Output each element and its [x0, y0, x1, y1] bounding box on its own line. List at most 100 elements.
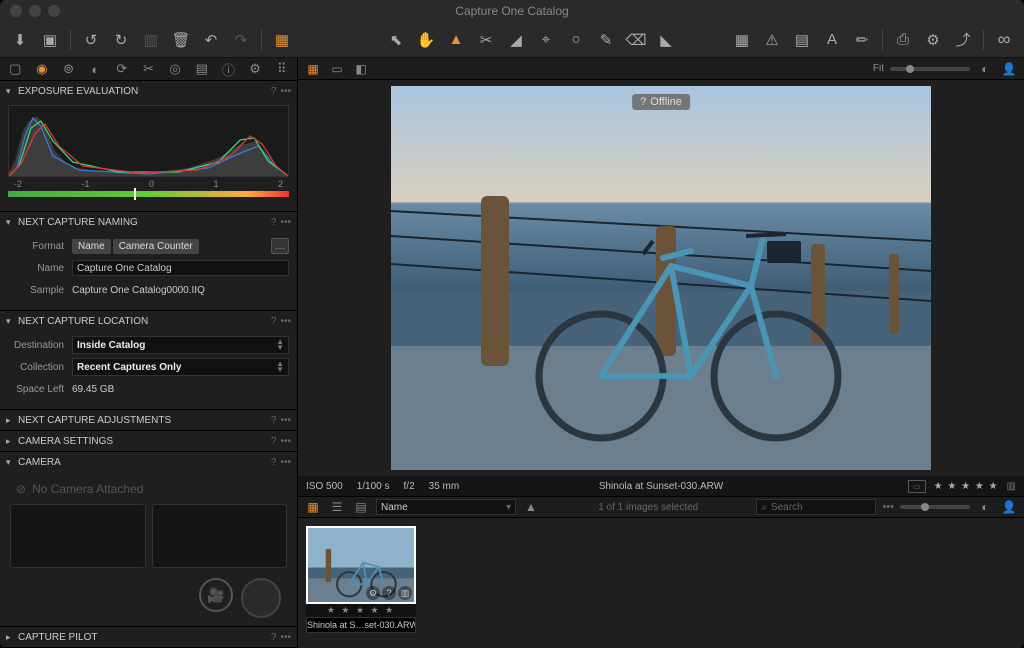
export-icon[interactable]: ⤴ [953, 30, 973, 50]
metadata-tab-icon[interactable]: ⓘ [221, 61, 236, 77]
window-zoom-icon[interactable] [48, 5, 60, 17]
exposure-tab-icon[interactable]: ⟳ [115, 61, 130, 77]
lens-tab-icon[interactable]: ⊚ [61, 61, 76, 77]
output-tab-icon[interactable]: ⚙ [248, 61, 263, 77]
capture-shutter-button[interactable] [241, 578, 281, 618]
thumb-variant-icon[interactable]: ▥ [398, 586, 412, 600]
browser-exposure-icon[interactable]: ◐ [976, 499, 994, 515]
more-icon[interactable]: ••• [280, 436, 291, 447]
help-icon[interactable]: ? [271, 86, 277, 97]
browser-list-icon[interactable]: ☰ [328, 499, 346, 515]
sort-direction-icon[interactable]: ▲ [522, 499, 540, 515]
thumbnail[interactable]: ⚙ ? ▥ ★ ★ ★ ★ ★ Shinola at S…set-030.ARW [306, 526, 416, 640]
hand-tool-icon[interactable]: ✋ [416, 30, 436, 50]
redo-icon[interactable]: ↻ [111, 30, 131, 50]
focus-mask-icon[interactable]: ✏ [852, 30, 872, 50]
straighten-tool-icon[interactable]: ◢ [506, 30, 526, 50]
grid-icon[interactable]: ▦ [732, 30, 752, 50]
format-tokens[interactable]: Name Camera Counter … [72, 238, 289, 254]
thumbnail-image[interactable]: ⚙ ? ▥ [306, 526, 416, 604]
crop-tool-icon[interactable]: ✂ [476, 30, 496, 50]
capture-icon[interactable]: ▣ [40, 30, 60, 50]
view-split-icon[interactable]: ◧ [352, 61, 370, 77]
import-icon[interactable]: ⬇ [10, 30, 30, 50]
eraser-tool-icon[interactable]: ⌫ [626, 30, 646, 50]
browser-grid-icon[interactable]: ▦ [304, 499, 322, 515]
gradient-tool-icon[interactable]: ◣ [656, 30, 676, 50]
exposure-evaluation-header[interactable]: ▾ EXPOSURE EVALUATION ? ••• [0, 81, 297, 101]
help-icon[interactable]: ? [271, 415, 277, 426]
browser-filmstrip-icon[interactable]: ▤ [352, 499, 370, 515]
warning-icon[interactable]: ⚠ [762, 30, 782, 50]
camera-settings-header[interactable]: ▸ CAMERA SETTINGS ? ••• [0, 431, 297, 451]
image-viewer[interactable]: ? Offline [298, 80, 1024, 476]
variant-icon[interactable]: ▥ [1007, 481, 1016, 492]
guides-icon[interactable]: ▤ [792, 30, 812, 50]
window-minimize-icon[interactable] [29, 5, 41, 17]
help-icon[interactable]: ? [271, 316, 277, 327]
library-tab-icon[interactable]: ▢ [8, 61, 23, 77]
view-grid-icon[interactable]: ▦ [304, 61, 322, 77]
undo-icon[interactable]: ↺ [81, 30, 101, 50]
camera-header[interactable]: ▾ CAMERA ? ••• [0, 452, 297, 472]
more-icon[interactable]: ••• [280, 86, 291, 97]
print-icon[interactable]: ⎙ [893, 30, 913, 50]
more-icon[interactable]: ••• [280, 632, 291, 643]
zoom-slider[interactable] [890, 67, 970, 71]
reset-adjustments-icon[interactable]: ↶ [201, 30, 221, 50]
wb-picker-icon[interactable]: ▲ [446, 30, 466, 50]
rating-stars[interactable]: ★ ★ ★ ★ ★ [934, 481, 999, 492]
browser-profile-icon[interactable]: 👤 [1000, 499, 1018, 515]
destination-select[interactable]: Inside Catalog▲▼ [72, 336, 289, 354]
view-single-icon[interactable]: ▭ [328, 61, 346, 77]
batch-tab-icon[interactable]: ⠿ [274, 61, 289, 77]
help-icon[interactable]: ? [271, 436, 277, 447]
profile-icon[interactable]: 👤 [1000, 61, 1018, 77]
thumbnail-size-slider[interactable] [900, 505, 970, 509]
movie-record-button[interactable]: 🎥 [199, 578, 233, 612]
more-icon[interactable]: ••• [280, 217, 291, 228]
exposure-warning-icon[interactable]: ◐ [976, 61, 994, 77]
adjustments-header[interactable]: ▸ NEXT CAPTURE ADJUSTMENTS ? ••• [0, 410, 297, 430]
window-close-icon[interactable] [10, 5, 22, 17]
token-camera-counter[interactable]: Camera Counter [113, 239, 199, 254]
color-tab-icon[interactable]: ◐ [88, 61, 103, 77]
cursor-tool-icon[interactable]: ⬉ [386, 30, 406, 50]
spot-tool-icon[interactable]: ○ [566, 30, 586, 50]
crop-tab-icon[interactable]: ✂ [141, 61, 156, 77]
annotate-icon[interactable]: A [822, 30, 842, 50]
name-input[interactable] [72, 260, 289, 276]
capture-tab-icon[interactable]: ◉ [35, 61, 50, 77]
reset-all-icon[interactable]: ↷ [231, 30, 251, 50]
filter-more-icon[interactable]: ••• [882, 501, 894, 513]
location-header[interactable]: ▾ NEXT CAPTURE LOCATION ? ••• [0, 311, 297, 331]
capture-pilot-header[interactable]: ▸ CAPTURE PILOT ? ••• [0, 627, 297, 647]
thumbnail-rating[interactable]: ★ ★ ★ ★ ★ [306, 604, 416, 617]
more-icon[interactable]: ••• [280, 316, 291, 327]
viewer-area: ▦ ▭ ◧ Fit ◐ 👤 [298, 58, 1024, 648]
more-icon[interactable]: ••• [280, 415, 291, 426]
help-icon[interactable]: ? [271, 457, 277, 468]
help-icon[interactable]: ? [271, 217, 277, 228]
naming-header[interactable]: ▾ NEXT CAPTURE NAMING ? ••• [0, 212, 297, 232]
browser-search-input[interactable]: ⌕ Search [756, 499, 876, 515]
format-more-button[interactable]: … [271, 238, 289, 254]
color-tag[interactable]: ▭ [908, 480, 926, 493]
brush-tool-icon[interactable]: ✎ [596, 30, 616, 50]
zoom-fit-label[interactable]: Fit [873, 63, 884, 74]
delete-icon[interactable]: 🗑 [171, 30, 191, 50]
details-tab-icon[interactable]: ◎ [168, 61, 183, 77]
token-name[interactable]: Name [72, 239, 111, 254]
keystone-tool-icon[interactable]: ⌖ [536, 30, 556, 50]
adjustments-tab-icon[interactable]: ▤ [194, 61, 209, 77]
reset-icon[interactable]: ▥ [141, 30, 161, 50]
more-icon[interactable]: ••• [280, 457, 291, 468]
settings-icon[interactable]: ⚙ [923, 30, 943, 50]
thumb-adjust-icon[interactable]: ⚙ [366, 586, 380, 600]
variants-icon[interactable]: ▦ [272, 30, 292, 50]
no-camera-icon: ⊘ [16, 482, 26, 496]
help-icon[interactable]: ? [271, 632, 277, 643]
collection-select[interactable]: Recent Captures Only▲▼ [72, 358, 289, 376]
view-mode-icon[interactable]: ∞ [994, 30, 1014, 50]
sort-select[interactable]: Name▾ [376, 499, 516, 515]
